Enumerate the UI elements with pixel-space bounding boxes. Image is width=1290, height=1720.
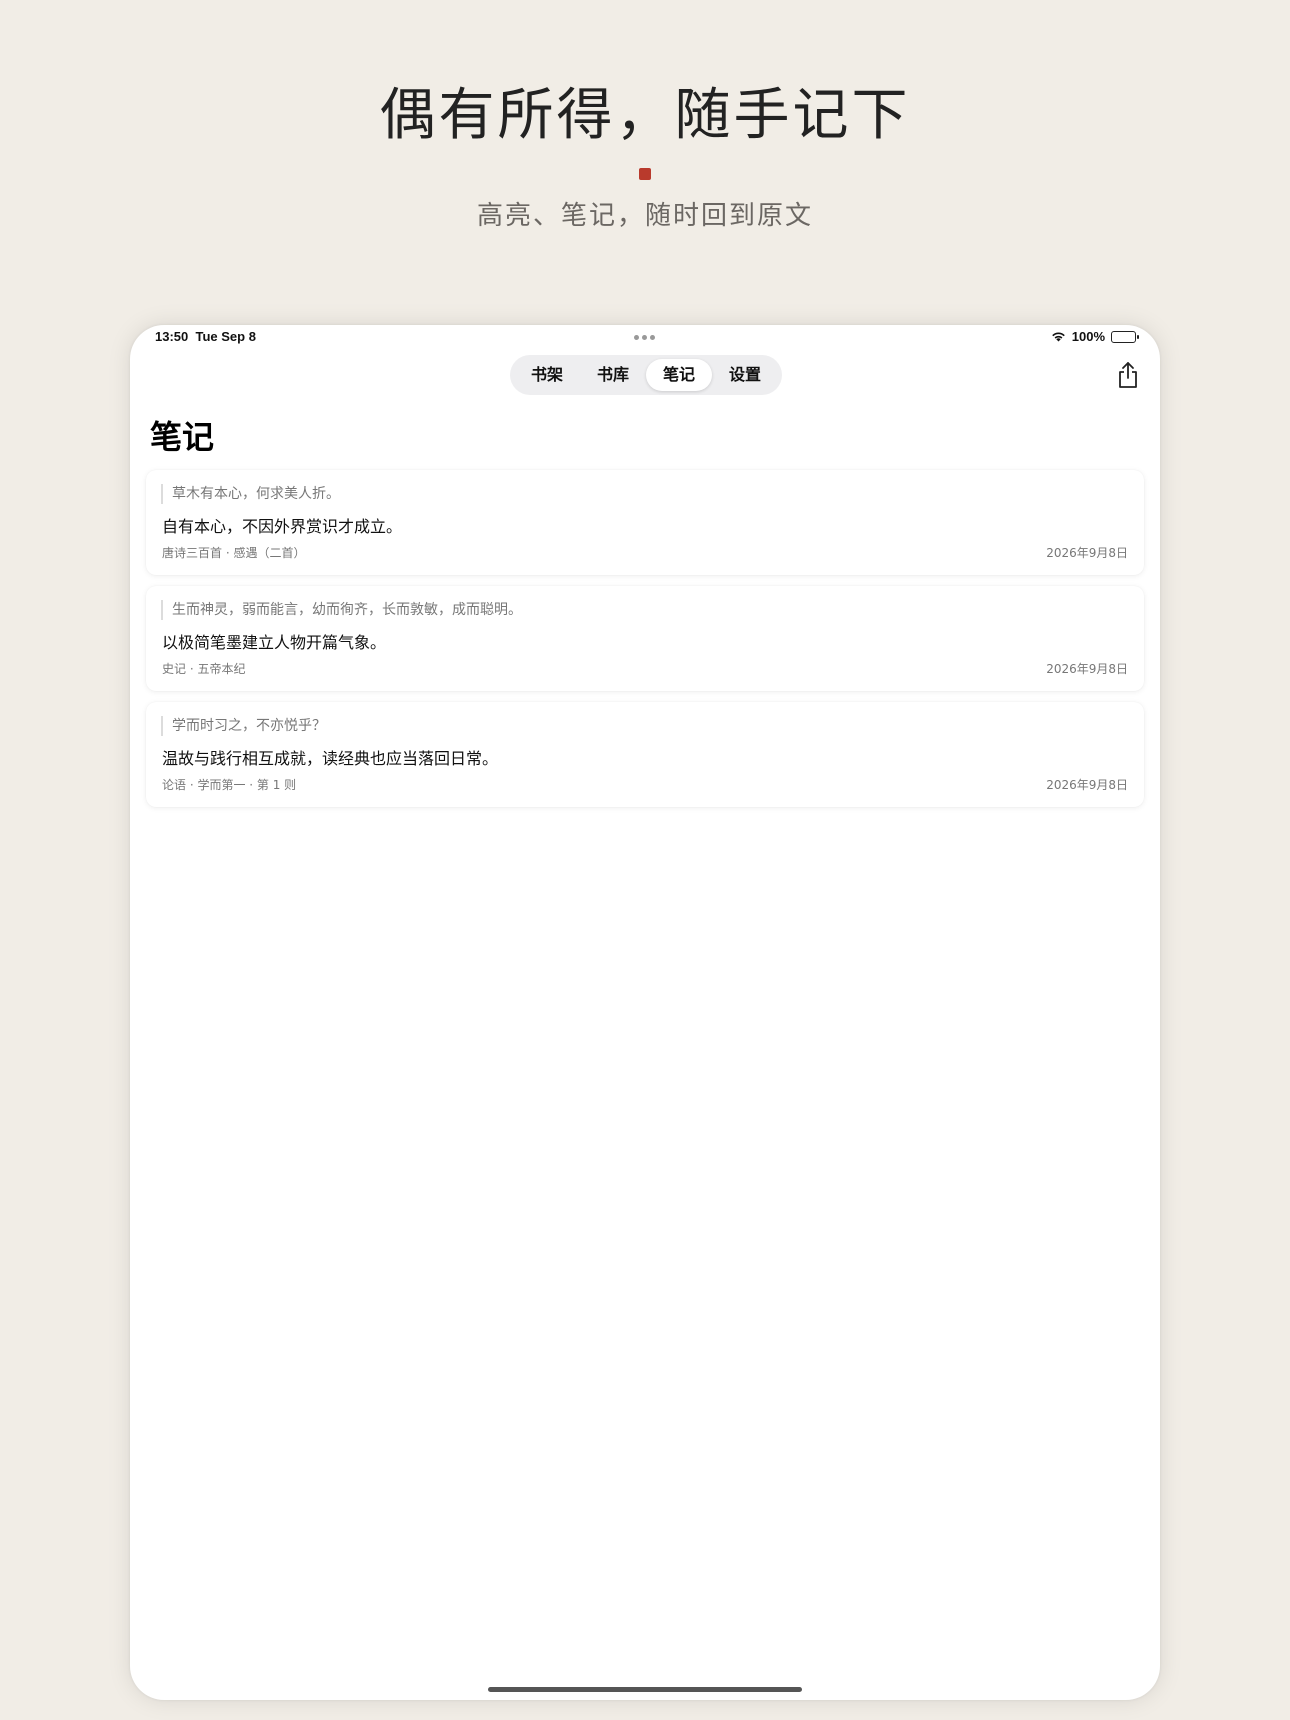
ipad-screen: 13:50 Tue Sep 8 100% 书架 书库 笔记 设置 笔记 草木有本… xyxy=(130,325,1160,1700)
note-quote: 草木有本心，何求美人折。 xyxy=(161,484,340,504)
status-date: Tue Sep 8 xyxy=(195,329,256,344)
status-clock: 13:50 xyxy=(155,329,189,344)
battery-percentage: 100% xyxy=(1071,329,1105,344)
wifi-icon xyxy=(1051,331,1066,342)
multitasking-dots-icon[interactable] xyxy=(634,335,656,341)
notes-list: 草木有本心，何求美人折。 自有本心，不因外界赏识才成立。 唐诗三百首 · 感遇（… xyxy=(146,470,1144,818)
note-source: 唐诗三百首 · 感遇（二首） xyxy=(162,546,306,560)
note-quote: 生而神灵，弱而能言，幼而徇齐，长而敦敏，成而聪明。 xyxy=(161,600,522,620)
note-text: 以极简笔墨建立人物开篇气象。 xyxy=(162,633,387,652)
note-date: 2026年9月8日 xyxy=(1046,778,1128,792)
share-button[interactable] xyxy=(1116,361,1140,389)
tab-bar: 书架 书库 笔记 设置 xyxy=(510,355,782,395)
note-date: 2026年9月8日 xyxy=(1046,546,1128,560)
note-date: 2026年9月8日 xyxy=(1046,662,1128,676)
status-indicators: 100% xyxy=(1051,329,1139,344)
hero-subtitle: 高亮、笔记，随时回到原文 xyxy=(476,201,813,231)
status-time: 13:50 Tue Sep 8 xyxy=(155,329,256,344)
accent-dot xyxy=(639,168,651,180)
status-bar: 13:50 Tue Sep 8 100% xyxy=(130,325,1160,351)
hero-title: 偶有所得，随手记下 xyxy=(379,83,911,148)
note-card[interactable]: 草木有本心，何求美人折。 自有本心，不因外界赏识才成立。 唐诗三百首 · 感遇（… xyxy=(146,470,1144,575)
tab-notes[interactable]: 笔记 xyxy=(646,359,712,391)
note-card[interactable]: 生而神灵，弱而能言，幼而徇齐，长而敦敏，成而聪明。 以极简笔墨建立人物开篇气象。… xyxy=(146,586,1144,691)
tab-library[interactable]: 书库 xyxy=(580,359,646,391)
note-text: 自有本心，不因外界赏识才成立。 xyxy=(162,517,403,536)
note-card[interactable]: 学而时习之，不亦悦乎？ 温故与践行相互成就，读经典也应当落回日常。 论语 · 学… xyxy=(146,702,1144,807)
note-source: 史记 · 五帝本纪 xyxy=(162,662,246,676)
home-indicator[interactable] xyxy=(488,1687,802,1692)
note-quote: 学而时习之，不亦悦乎？ xyxy=(161,716,326,736)
tab-bookshelf[interactable]: 书架 xyxy=(514,359,580,391)
page-title: 笔记 xyxy=(150,418,215,456)
share-icon xyxy=(1119,362,1137,388)
note-text: 温故与践行相互成就，读经典也应当落回日常。 xyxy=(162,749,499,768)
battery-icon xyxy=(1111,330,1139,343)
tab-settings[interactable]: 设置 xyxy=(712,359,778,391)
note-source: 论语 · 学而第一 · 第 1 则 xyxy=(162,778,297,792)
